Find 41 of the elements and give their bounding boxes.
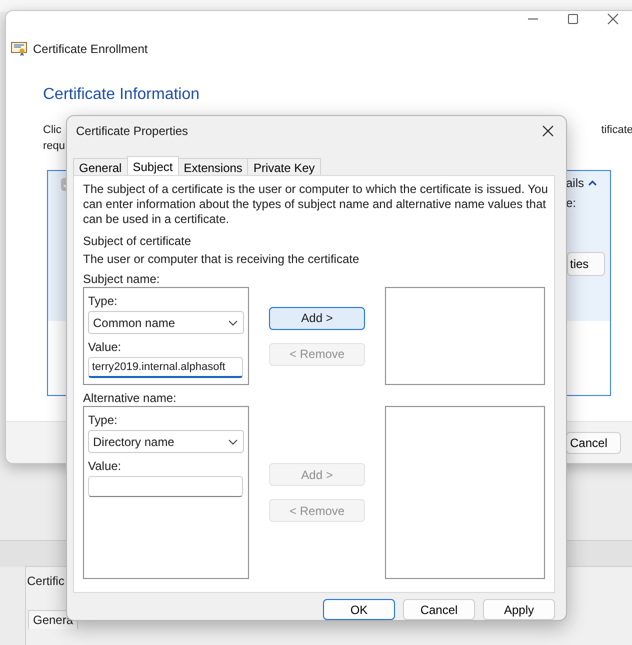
chevron-up-icon[interactable] — [588, 180, 598, 186]
field-label: Type: — [88, 413, 118, 427]
tab[interactable]: Subject — [126, 156, 179, 175]
dropdown-value: Common name — [93, 316, 176, 330]
group-label: Subject name: — [83, 272, 161, 286]
window-title: Certific — [27, 574, 64, 588]
description-text: The subject of a certificate is the user or computer to which the certificate is issued. You can enter information about the types of subject name and alternative name values that can be used in a certificate. — [83, 182, 549, 227]
details-link[interactable]: ails — [566, 176, 584, 190]
properties-button[interactable]: ties — [567, 252, 605, 276]
instruction-text: requ — [43, 139, 66, 154]
dialog-title: Certificate Properties — [76, 124, 188, 138]
chevron-down-icon[interactable] — [228, 320, 238, 326]
certificate-icon — [11, 42, 27, 56]
field-label: Value: — [88, 340, 122, 354]
value-field[interactable] — [88, 476, 243, 497]
tab[interactable]: Private Key — [247, 158, 321, 175]
tab[interactable]: General — [73, 158, 128, 175]
add-button[interactable]: Add > — [269, 306, 366, 330]
section-title: Subject of certificate — [83, 234, 192, 248]
dropdown-value: Directory name — [93, 434, 174, 448]
dialog-button[interactable]: OK — [323, 599, 395, 620]
tab[interactable]: Extensions — [178, 158, 248, 175]
page-heading: Certificate Information — [43, 86, 201, 104]
field-label: Type: — [88, 294, 118, 308]
type-dropdown[interactable]: Directory name — [88, 430, 244, 453]
group-label: Alternative name: — [83, 391, 178, 405]
section-hint: The user or computer that is receiving the certificate — [83, 252, 360, 266]
dialog-button[interactable]: Cancel — [403, 599, 475, 620]
name-list[interactable] — [384, 287, 545, 385]
close-icon[interactable] — [607, 13, 619, 25]
field-label: Value: — [88, 459, 122, 473]
window-title: Certificate Enrollment — [33, 42, 148, 56]
instruction-text: Clic — [43, 123, 62, 138]
value-field[interactable]: terry2019.internal.alphasoft — [88, 357, 243, 378]
name-list[interactable] — [384, 406, 545, 579]
dialog-button[interactable]: Apply — [483, 599, 555, 620]
cancel-button[interactable]: Cancel — [566, 432, 621, 454]
close-button[interactable] — [540, 123, 556, 139]
type-dropdown[interactable]: Common name — [88, 311, 244, 334]
maximize-icon[interactable] — [567, 13, 579, 25]
chevron-down-icon[interactable] — [228, 438, 238, 444]
